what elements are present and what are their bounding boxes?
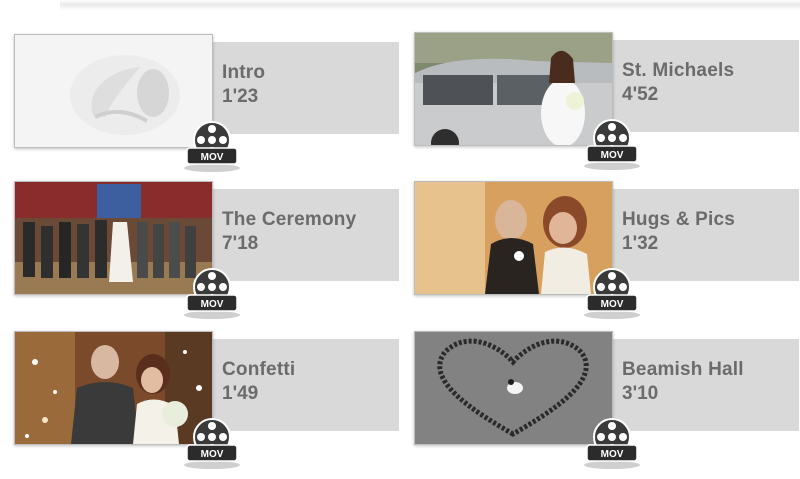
video-card-intro[interactable]: Intro 1'23 MOV — [14, 34, 399, 172]
video-duration: 3'10 — [622, 383, 659, 404]
video-title: Hugs & Pics — [622, 209, 736, 230]
video-title: Intro — [222, 62, 266, 83]
video-title: Beamish Hall — [622, 359, 744, 380]
mov-badge[interactable]: MOV — [179, 118, 245, 172]
video-title: The Ceremony — [222, 209, 357, 230]
video-duration: 1'32 — [622, 233, 659, 254]
film-reel-icon: MOV — [584, 119, 640, 170]
video-card-hugs-and-pics[interactable]: Hugs & Pics 1'32 MOV — [414, 181, 799, 319]
top-divider — [60, 0, 800, 10]
video-card-the-ceremony[interactable]: The Ceremony 7'18 MOV — [14, 181, 399, 319]
svg-text:MOV: MOV — [601, 299, 624, 310]
svg-text:MOV: MOV — [201, 299, 224, 310]
mov-badge[interactable]: MOV — [179, 415, 245, 469]
mov-badge[interactable]: MOV — [179, 265, 245, 319]
film-reel-icon: MOV — [184, 268, 240, 319]
video-title: Confetti — [222, 359, 296, 380]
video-card-beamish-hall[interactable]: Beamish Hall 3'10 MOV — [414, 331, 799, 469]
video-duration: 7'18 — [222, 233, 259, 254]
film-reel-icon: MOV — [184, 418, 240, 469]
film-reel-icon: MOV — [584, 418, 640, 469]
film-reel-icon: MOV — [184, 121, 240, 172]
svg-text:MOV: MOV — [601, 449, 624, 460]
video-title: St. Michaels — [622, 60, 735, 81]
svg-text:MOV: MOV — [201, 152, 224, 163]
svg-text:MOV: MOV — [601, 150, 624, 161]
mov-badge[interactable]: MOV — [579, 265, 645, 319]
video-duration: 1'49 — [222, 383, 259, 404]
video-duration: 4'52 — [622, 84, 659, 105]
video-card-confetti[interactable]: Confetti 1'49 MOV — [14, 331, 399, 469]
mov-badge[interactable]: MOV — [579, 116, 645, 170]
mov-badge[interactable]: MOV — [579, 415, 645, 469]
video-card-st-michaels[interactable]: St. Michaels 4'52 MOV — [414, 32, 799, 170]
svg-text:MOV: MOV — [201, 449, 224, 460]
video-duration: 1'23 — [222, 86, 259, 107]
film-reel-icon: MOV — [584, 268, 640, 319]
